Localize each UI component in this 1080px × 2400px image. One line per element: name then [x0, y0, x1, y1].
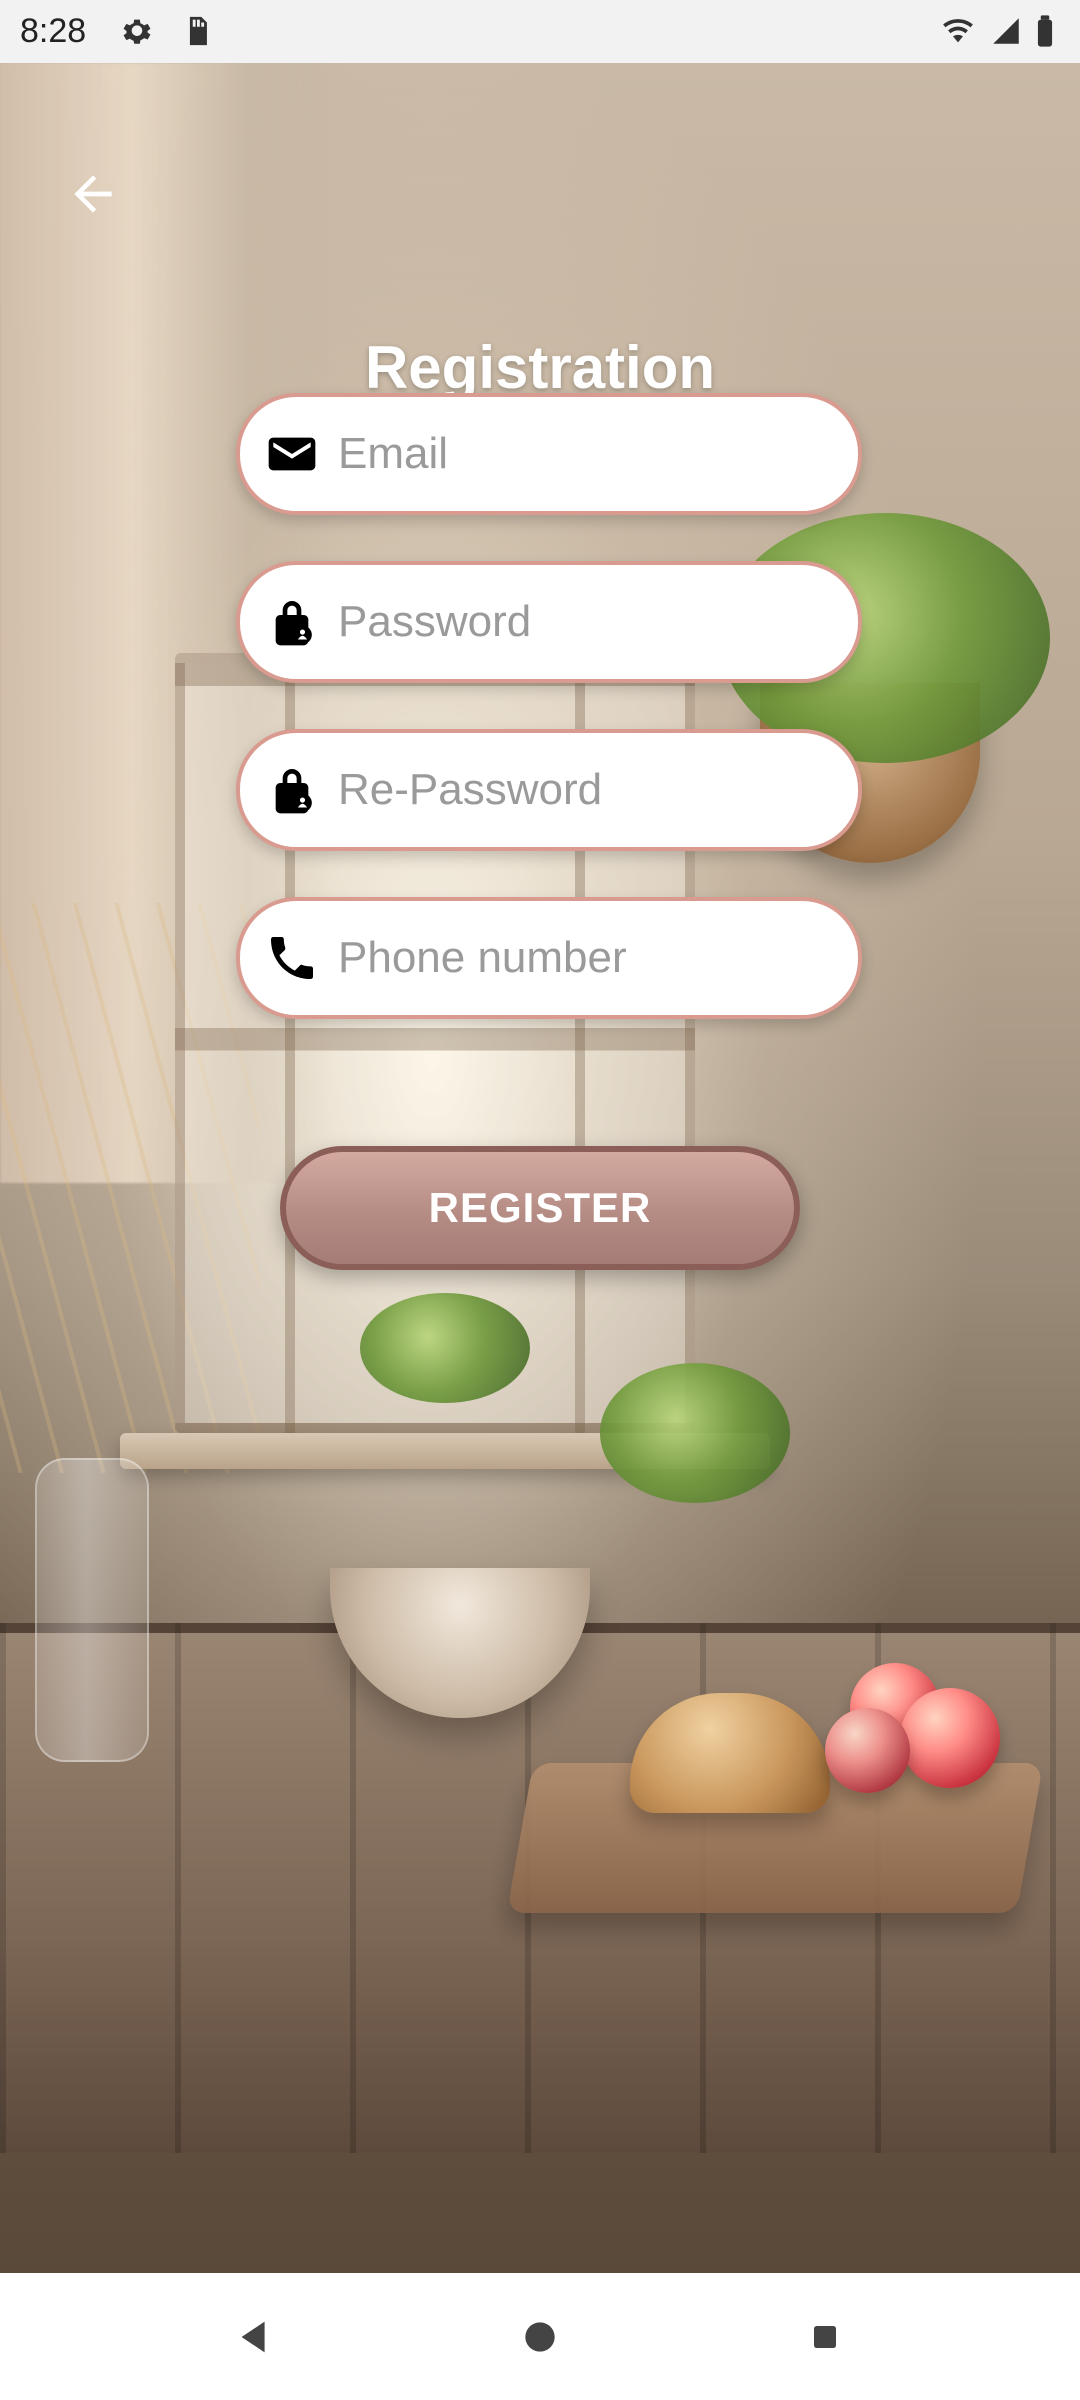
recents-square-icon[interactable]	[790, 2302, 860, 2372]
sd-card-icon	[180, 14, 214, 48]
register-button[interactable]: REGISTER	[280, 1146, 800, 1270]
gear-icon	[120, 14, 154, 48]
wifi-icon	[938, 14, 978, 53]
lock-icon	[262, 592, 322, 652]
battery-icon	[1034, 14, 1056, 53]
repassword-field[interactable]	[236, 729, 862, 851]
home-circle-icon[interactable]	[505, 2302, 575, 2372]
password-input[interactable]	[336, 596, 840, 648]
system-navigation-bar	[0, 2273, 1080, 2400]
password-field[interactable]	[236, 561, 862, 683]
status-icons-right	[938, 14, 1056, 53]
phone-input[interactable]	[336, 932, 840, 984]
phone-icon	[262, 928, 322, 988]
email-icon	[262, 424, 322, 484]
lock-icon	[262, 760, 322, 820]
phone-field[interactable]	[236, 897, 862, 1019]
signal-icon	[988, 14, 1024, 53]
status-time: 8:28	[20, 12, 87, 50]
email-input[interactable]	[336, 428, 840, 480]
content-area: Registration Email Phone number REGISTER	[0, 63, 1080, 2273]
email-field[interactable]	[236, 393, 862, 515]
page-title: Registration	[364, 334, 716, 401]
status-bar: 8:28	[0, 0, 1080, 63]
back-button[interactable]	[58, 161, 128, 231]
repassword-input[interactable]	[336, 764, 840, 816]
arrow-left-icon	[65, 166, 121, 227]
back-triangle-icon[interactable]	[220, 2302, 290, 2372]
